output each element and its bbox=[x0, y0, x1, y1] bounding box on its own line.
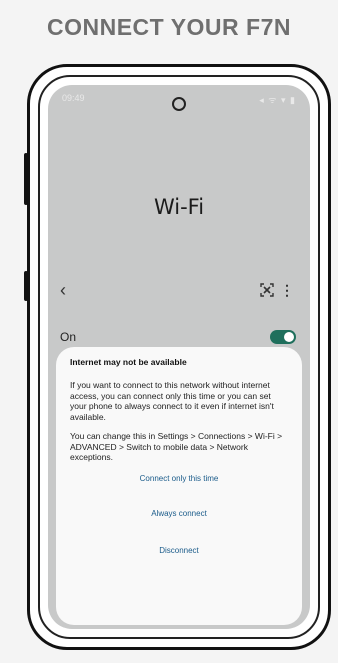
more-vert-icon[interactable]: ⋮ bbox=[280, 283, 294, 297]
power-button bbox=[24, 153, 28, 205]
network-warning-dialog: Internet may not be available If you wan… bbox=[56, 347, 302, 625]
toggle-knob bbox=[284, 332, 294, 342]
dialog-settings-hint: You can change this in Settings > Connec… bbox=[70, 431, 283, 462]
status-time: 09:49 bbox=[62, 93, 85, 103]
qr-scan-icon[interactable] bbox=[260, 283, 274, 297]
page-title: CONNECT YOUR F7N bbox=[47, 14, 291, 40]
wifi-heading: Wi-Fi bbox=[153, 195, 205, 219]
phone-frame: 09:49 ◂ ᯤ ▾ ▮ Wi-Fi ‹ ⋮ On Internet may … bbox=[24, 64, 331, 650]
back-chevron-icon[interactable]: ‹ bbox=[60, 281, 66, 299]
dialog-body-text: If you want to connect to this network w… bbox=[70, 380, 274, 422]
phone-screen: 09:49 ◂ ᯤ ▾ ▮ Wi-Fi ‹ ⋮ On Internet may … bbox=[48, 85, 310, 629]
dialog-title: Internet may not be available bbox=[70, 357, 187, 367]
instruction-page: CONNECT YOUR F7N 09:49 ◂ ᯤ ▾ ▮ Wi-Fi ‹ ⋮… bbox=[0, 0, 338, 663]
wifi-on-row[interactable]: On bbox=[60, 330, 298, 348]
always-connect-button[interactable]: Always connect bbox=[70, 509, 288, 518]
front-camera-icon bbox=[172, 97, 186, 111]
wifi-toggle[interactable] bbox=[270, 330, 296, 344]
volume-button bbox=[24, 271, 28, 301]
wifi-toolbar: ‹ ⋮ bbox=[60, 281, 298, 301]
status-icons: ◂ ᯤ ▾ ▮ bbox=[259, 95, 296, 105]
phone-bezel: 09:49 ◂ ᯤ ▾ ▮ Wi-Fi ‹ ⋮ On Internet may … bbox=[38, 75, 320, 639]
wifi-on-label: On bbox=[60, 330, 77, 344]
disconnect-button[interactable]: Disconnect bbox=[70, 546, 288, 555]
connect-once-button[interactable]: Connect only this time bbox=[70, 474, 288, 483]
